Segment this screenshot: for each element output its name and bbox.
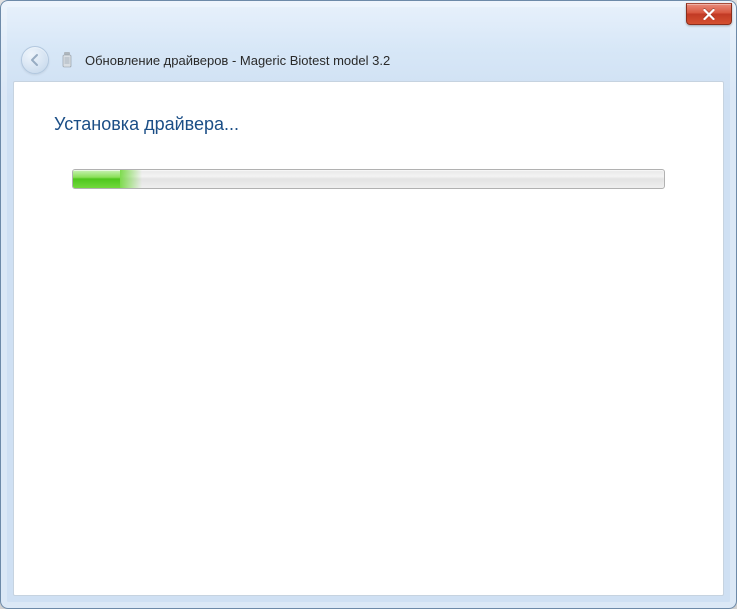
status-heading: Установка драйвера...: [54, 114, 683, 135]
content-pane: Установка драйвера...: [13, 81, 724, 596]
window-title: Обновление драйверов - Mageric Biotest m…: [85, 53, 390, 68]
progress-fill: [73, 170, 120, 188]
progress-bar: [72, 169, 665, 189]
dialog-window: Обновление драйверов - Mageric Biotest m…: [0, 0, 737, 609]
close-button[interactable]: [686, 3, 732, 25]
header-strip: Обновление драйверов - Mageric Biotest m…: [7, 37, 730, 83]
titlebar: [686, 1, 736, 33]
back-arrow-icon: [28, 53, 42, 67]
progress-container: [72, 169, 665, 189]
back-button: [21, 46, 49, 74]
close-icon: [703, 9, 715, 20]
device-icon: [59, 50, 75, 70]
